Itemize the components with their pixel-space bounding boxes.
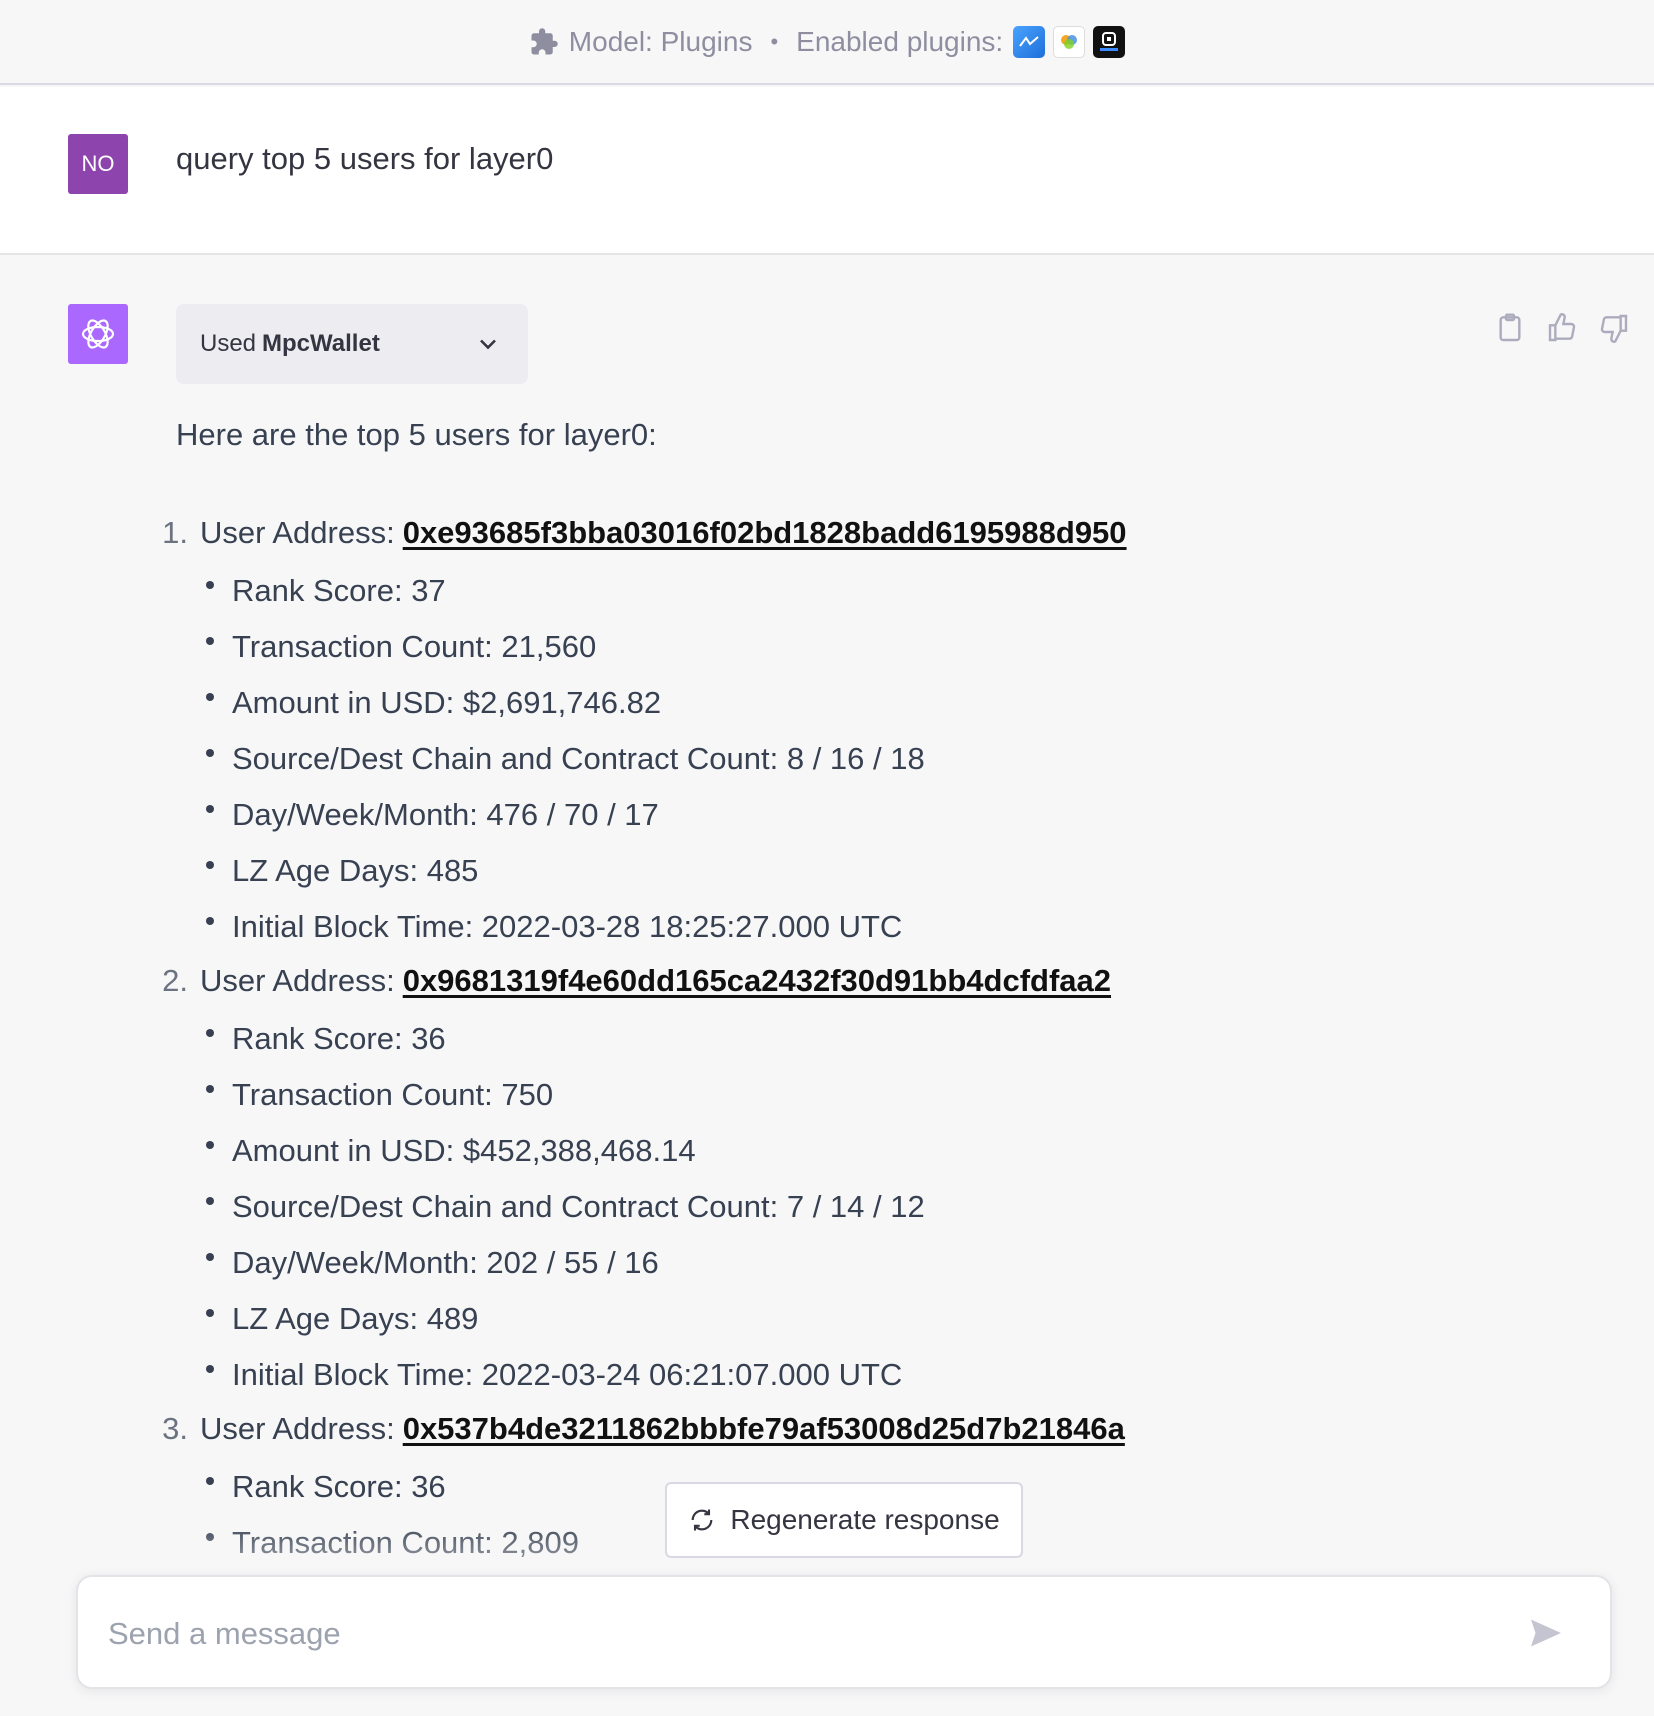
list-number: 2.	[162, 963, 188, 998]
detail-item: Amount in USD: $2,691,746.82	[140, 683, 1340, 739]
detail-item: Transaction Count: 750	[140, 1075, 1340, 1131]
user-address-link[interactable]: 0xe93685f3bba03016f02bd1828badd6195988d9…	[403, 515, 1127, 551]
detail-item: Source/Dest Chain and Contract Count: 7 …	[140, 1187, 1340, 1243]
detail-item: Initial Block Time: 2022-03-24 06:21:07.…	[140, 1355, 1340, 1411]
thumbs-up-icon[interactable]	[1546, 312, 1578, 344]
detail-item: Rank Score: 37	[140, 571, 1340, 627]
refresh-icon	[691, 1509, 713, 1531]
response-intro: Here are the top 5 users for layer0:	[176, 417, 657, 452]
detail-item: Amount in USD: $452,388,468.14	[140, 1131, 1340, 1187]
user-details: Rank Score: 37 Transaction Count: 21,560 A…	[140, 571, 1340, 963]
user-address-link[interactable]: 0x537b4de3211862bbbfe79af53008d25d7b2184…	[403, 1411, 1125, 1447]
copy-icon[interactable]	[1494, 312, 1526, 344]
detail-item: Rank Score: 36	[140, 1019, 1340, 1075]
mpcwallet-icon	[1053, 25, 1086, 58]
detail-item: Day/Week/Month: 202 / 55 / 16	[140, 1243, 1340, 1299]
plugin-used-name: MpcWallet	[262, 330, 380, 357]
detail-item: Day/Week/Month: 476 / 70 / 17	[140, 795, 1340, 851]
thumbs-down-icon[interactable]	[1598, 312, 1630, 344]
chatgpt-logo-icon	[68, 304, 128, 364]
list-item: 3. User Address: 0x537b4de3211862bbbfe79af…	[140, 1411, 1340, 1467]
user-address-link[interactable]: 0x9681319f4e60dd165ca2432f30d91bb4dcfdfa…	[403, 963, 1111, 999]
plugin-used-dropdown[interactable]: Used MpcWallet	[176, 304, 528, 384]
user-address-label: User Address:	[200, 515, 395, 550]
message-actions	[1494, 312, 1654, 344]
regenerate-button[interactable]: Regenerate response	[665, 1482, 1023, 1558]
detail-item: LZ Age Days: 489	[140, 1299, 1340, 1355]
users-list: 1. User Address: 0xe93685f3bba03016f02bd18…	[140, 515, 1340, 1579]
model-label: Model: Plugins	[568, 25, 753, 57]
list-number: 3.	[162, 1411, 188, 1446]
message-composer	[76, 1575, 1612, 1689]
regenerate-label: Regenerate response	[730, 1504, 1000, 1535]
chevron-down-icon	[480, 339, 496, 350]
list-number: 1.	[162, 515, 188, 550]
user-details: Rank Score: 36 Transaction Count: 750 Amou…	[140, 1019, 1340, 1411]
user-message: NO query top 5 users for layer0	[0, 87, 1654, 255]
detail-item: Initial Block Time: 2022-03-28 18:25:27.…	[140, 907, 1340, 963]
user-address-label: User Address:	[200, 963, 395, 998]
list-item: 1. User Address: 0xe93685f3bba03016f02bd18…	[140, 515, 1340, 571]
detail-item: LZ Age Days: 485	[140, 851, 1340, 907]
detail-item: Transaction Count: 21,560	[140, 627, 1340, 683]
send-icon[interactable]	[1528, 1615, 1564, 1651]
list-item: 2. User Address: 0x9681319f4e60dd165ca2432…	[140, 963, 1340, 1019]
detail-item: Source/Dest Chain and Contract Count: 8 …	[140, 739, 1340, 795]
askyourpdf-icon	[1013, 25, 1046, 58]
user-address-label: User Address:	[200, 1411, 395, 1446]
user-avatar: NO	[68, 134, 128, 194]
separator-dot: •	[770, 28, 779, 54]
puzzle-icon	[531, 27, 558, 54]
model-header: Model: Plugins • Enabled plugins:	[0, 0, 1654, 85]
plugin-used-prefix: Used	[200, 330, 257, 357]
enabled-plugins-label: Enabled plugins:	[796, 25, 1004, 57]
user-message-text: query top 5 users for layer0	[176, 141, 554, 176]
message-input[interactable]	[108, 1607, 1488, 1661]
metapath-icon	[1093, 25, 1126, 58]
